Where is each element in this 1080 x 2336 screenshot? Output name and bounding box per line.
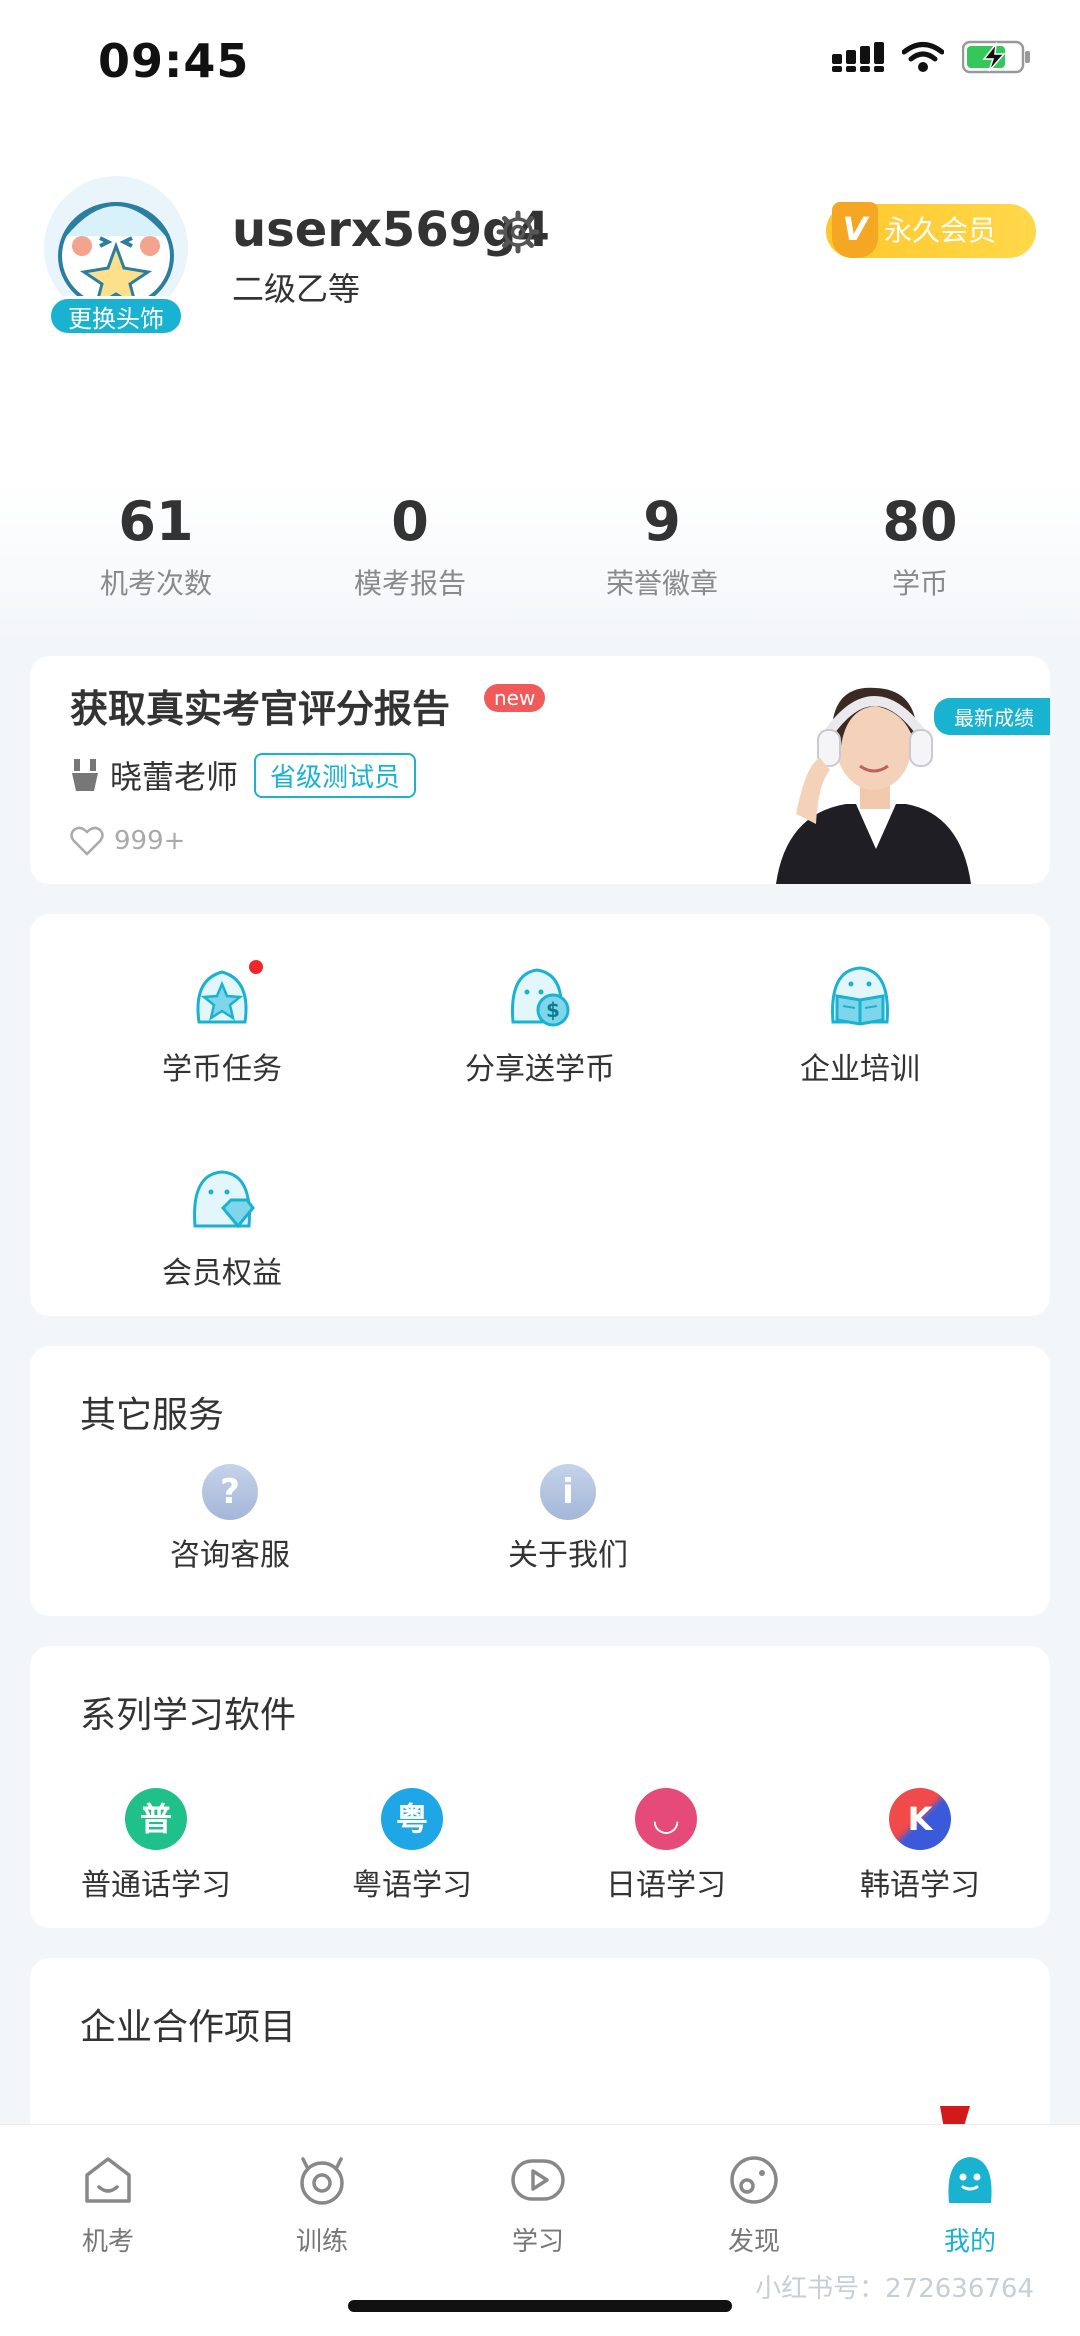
wifi-icon — [902, 42, 944, 72]
func-label: 分享送学币 — [465, 1052, 615, 1087]
korean-app-item[interactable]: K 韩语学习 — [820, 1788, 1020, 1904]
watermark: 小红书号：272636764 — [755, 2274, 1034, 2304]
svg-text:$: $ — [546, 998, 560, 1022]
func-label: 学币任务 — [162, 1052, 282, 1087]
enterprise-training-item[interactable]: 企业培训 — [740, 960, 980, 1088]
teacher-name: 晓蕾老师 — [110, 758, 239, 796]
book-face-icon — [825, 960, 895, 1030]
app-label: 韩语学习 — [860, 1868, 980, 1903]
stat-value: 9 — [643, 490, 681, 553]
stats-row: 61 机考次数 0 模考报告 9 荣誉徽章 80 学币 — [0, 490, 1080, 600]
diamond-face-icon — [187, 1164, 257, 1234]
share-coins-item[interactable]: $ 分享送学币 — [420, 960, 660, 1088]
tab-profile[interactable]: 我的 — [900, 2151, 1040, 2258]
status-time: 09:45 — [98, 34, 250, 88]
cantonese-app-item[interactable]: 粤 粤语学习 — [312, 1788, 512, 1904]
korean-app-icon: K — [889, 1788, 951, 1850]
section-title: 系列学习软件 — [80, 1695, 297, 1736]
home-icon — [85, 2157, 131, 2203]
tab-label: 学习 — [511, 2227, 564, 2257]
tab-label: 我的 — [943, 2227, 996, 2257]
vip-v-icon: V — [832, 202, 878, 258]
tab-label: 训练 — [295, 2227, 348, 2257]
play-icon — [511, 2159, 565, 2201]
app-label: 日语学习 — [606, 1868, 726, 1903]
change-headwear-button[interactable]: 更换头饰 — [48, 296, 184, 336]
stat-coins[interactable]: 80 学币 — [820, 490, 1020, 602]
cantonese-app-icon: 粤 — [381, 1788, 443, 1850]
func-label: 会员权益 — [162, 1256, 282, 1291]
section-title: 企业合作项目 — [80, 2007, 297, 2048]
status-icons — [832, 40, 1032, 74]
func-label: 企业培训 — [800, 1052, 920, 1087]
latest-score-badge: 最新成绩 — [934, 698, 1050, 735]
avatar[interactable]: 更换头饰 — [40, 172, 192, 340]
stat-value: 0 — [391, 490, 429, 553]
info-icon: i — [540, 1464, 596, 1520]
question-icon: ? — [202, 1464, 258, 1520]
user-level: 二级乙等 — [232, 270, 361, 308]
tab-exam[interactable]: 机考 — [38, 2151, 178, 2258]
star-face-icon — [187, 960, 263, 1030]
tab-discover[interactable]: 发现 — [684, 2151, 824, 2258]
japanese-app-icon: ◡ — [635, 1788, 697, 1850]
notification-dot — [249, 960, 263, 974]
tab-label: 发现 — [727, 2227, 780, 2257]
vip-label: 永久会员 — [884, 214, 997, 247]
new-badge: new — [484, 684, 546, 712]
member-benefits-item[interactable]: 会员权益 — [102, 1164, 342, 1292]
stat-value: 80 — [882, 490, 958, 553]
stat-mock-reports[interactable]: 0 模考报告 — [310, 490, 510, 602]
stat-label: 模考报告 — [353, 567, 466, 600]
mandarin-app-item[interactable]: 普 普通话学习 — [56, 1788, 256, 1904]
stat-value: 61 — [118, 490, 194, 553]
like-row[interactable]: 999+ — [70, 826, 185, 856]
stat-label: 机考次数 — [99, 567, 212, 600]
teacher-row: 晓蕾老师 省级测试员 — [70, 752, 417, 798]
stat-badges[interactable]: 9 荣誉徽章 — [562, 490, 762, 602]
stat-label: 学币 — [891, 567, 948, 600]
status-bar: 09:45 — [0, 0, 1080, 120]
app-label: 粤语学习 — [352, 1868, 472, 1903]
medal-icon — [72, 759, 98, 791]
settings-gear-icon[interactable] — [496, 210, 540, 254]
about-us-item[interactable]: i 关于我们 — [468, 1464, 668, 1574]
tab-training[interactable]: 训练 — [252, 2151, 392, 2258]
profile-icon — [948, 2157, 992, 2203]
customer-service-item[interactable]: ? 咨询客服 — [130, 1464, 330, 1574]
app-label: 普通话学习 — [81, 1868, 231, 1903]
battery-charging-icon — [962, 40, 1030, 74]
function-grid-card: 学币任务 $ 分享送学币 企业培训 会员权益 — [30, 914, 1050, 1316]
japanese-app-item[interactable]: ◡ 日语学习 — [566, 1788, 766, 1904]
tab-learning[interactable]: 学习 — [468, 2151, 608, 2258]
tab-label: 机考 — [81, 2227, 134, 2257]
stat-exam-count[interactable]: 61 机考次数 — [56, 490, 256, 602]
like-count: 999+ — [114, 826, 186, 856]
mandarin-app-icon: 普 — [125, 1788, 187, 1850]
other-services-card: 其它服务 ? 咨询客服 i 关于我们 — [30, 1346, 1050, 1616]
signal-icon — [832, 42, 884, 72]
teacher-tag: 省级测试员 — [254, 752, 417, 798]
heart-icon — [70, 826, 104, 856]
service-label: 关于我们 — [508, 1538, 628, 1573]
discover-icon — [730, 2156, 778, 2204]
learning-apps-card: 系列学习软件 普 普通话学习 粤 粤语学习 ◡ 日语学习 K 韩语学习 — [30, 1646, 1050, 1928]
training-icon — [300, 2157, 344, 2205]
coin-tasks-item[interactable]: 学币任务 — [102, 960, 342, 1088]
report-title: 获取真实考官评分报告 — [70, 687, 451, 731]
examiner-report-card[interactable]: 获取真实考官评分报告 new 晓蕾老师 省级测试员 999+ 最新成绩 — [30, 656, 1050, 884]
vip-badge[interactable]: V 永久会员 — [826, 202, 1036, 258]
home-indicator[interactable] — [348, 2300, 732, 2312]
coin-face-icon: $ — [505, 960, 575, 1030]
service-label: 咨询客服 — [170, 1538, 290, 1573]
stat-label: 荣誉徽章 — [605, 567, 718, 600]
section-title: 其它服务 — [80, 1395, 225, 1436]
